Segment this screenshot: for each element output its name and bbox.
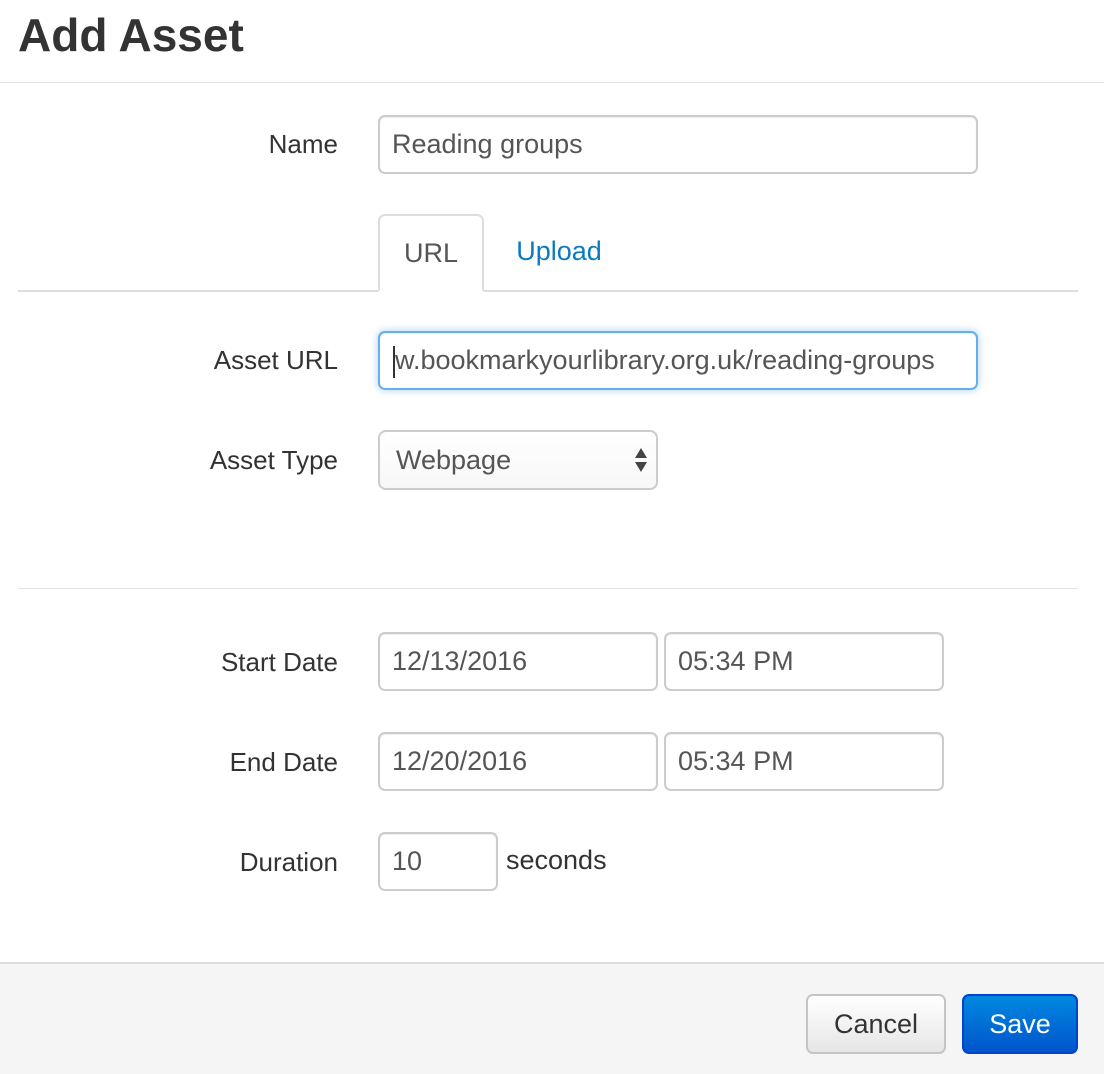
start-date-input[interactable]: 12/13/2016 [378,632,658,691]
modal-footer: Cancel Save [0,962,1104,1074]
duration-label: Duration [239,847,338,877]
save-button[interactable]: Save [962,994,1078,1054]
asset-type-label: Asset Type [209,445,338,475]
duration-unit: seconds [506,845,607,875]
tab-url[interactable]: URL [378,214,484,292]
tab-upload[interactable]: Upload [496,214,622,290]
cancel-button[interactable]: Cancel [806,994,946,1054]
start-time-input[interactable]: 05:34 PM [664,632,944,691]
modal-title: Add Asset [18,9,244,61]
end-time-input[interactable]: 05:34 PM [664,732,944,791]
asset-type-selected: Webpage [396,445,512,475]
add-asset-modal: Add Asset Name Reading groups URL Upload… [0,0,1104,1074]
section-divider [18,588,1078,589]
asset-source-tabs: URL Upload [18,214,1078,292]
start-date-label: Start Date [220,647,338,677]
modal-header: Add Asset [0,0,1104,83]
asset-url-input[interactable]: w.bookmarkyourlibrary.org.uk/reading-gro… [378,331,978,390]
duration-input[interactable]: 10 [378,832,498,891]
asset-url-label: Asset URL [213,345,338,375]
select-updown-arrows-icon [634,446,648,476]
end-date-label: End Date [229,747,338,777]
name-input[interactable]: Reading groups [378,115,978,174]
name-label: Name [268,129,338,159]
asset-url-value: w.bookmarkyourlibrary.org.uk/reading-gro… [395,345,935,375]
asset-type-select[interactable]: Webpage [378,430,658,490]
end-date-input[interactable]: 12/20/2016 [378,732,658,791]
